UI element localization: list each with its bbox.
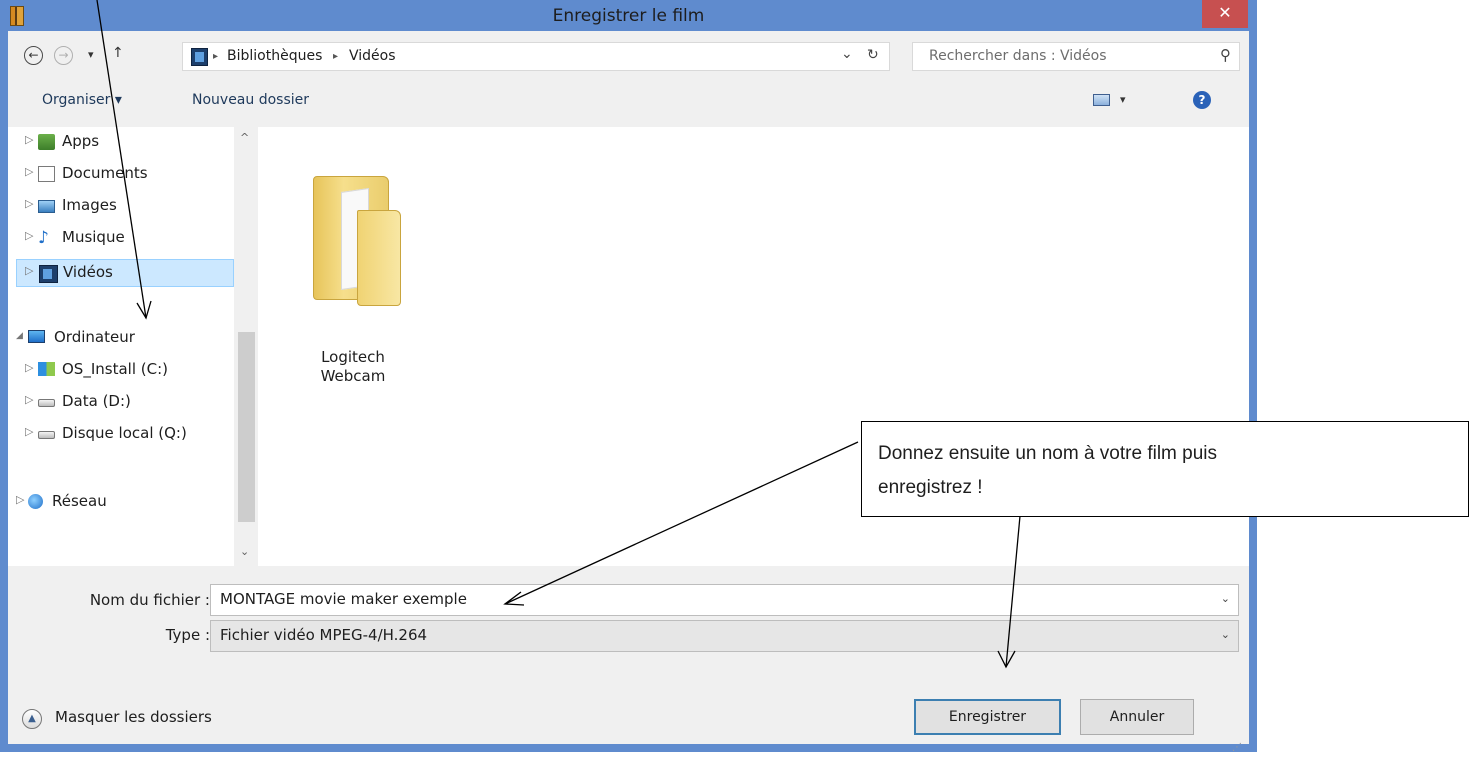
expand-arrow-icon[interactable]: ▷ [25, 393, 33, 406]
tree-label: Documents [62, 164, 148, 182]
type-dropdown-icon[interactable]: ⌄ [1221, 628, 1230, 641]
refresh-icon[interactable]: ↻ [867, 47, 879, 63]
address-dropdown-icon[interactable]: ⌄ [841, 46, 853, 62]
search-placeholder: Rechercher dans : Vidéos [929, 48, 1107, 64]
tree-label: Ordinateur [54, 328, 135, 346]
save-dialog: Enregistrer le film ✕ ← → ▾ ↑ ▸ Biblioth… [0, 0, 1257, 753]
scrollbar-thumb[interactable] [238, 332, 255, 522]
command-toolbar: Organiser ▾ Nouveau dossier ▾ ? [8, 77, 1249, 127]
hide-folders-icon[interactable]: ▲ [22, 709, 42, 729]
filename-dropdown-icon[interactable]: ⌄ [1221, 592, 1230, 605]
music-icon: ♪ [38, 228, 49, 248]
folder-icon[interactable] [313, 170, 409, 340]
apps-icon [38, 134, 55, 150]
tree-item-apps[interactable]: ▷ Apps [8, 131, 234, 155]
folder-front [357, 210, 401, 306]
breadcrumb-separator-icon: ▸ [213, 51, 219, 62]
view-dropdown-icon[interactable]: ▾ [1120, 93, 1126, 106]
forward-button[interactable]: → [54, 46, 73, 65]
search-icon[interactable]: ⚲ [1220, 46, 1231, 64]
tree-item-network[interactable]: ▷ Réseau [8, 491, 234, 515]
annotation-line-1: Donnez ensuite un nom à votre film puis [878, 443, 1218, 464]
type-value: Fichier vidéo MPEG-4/H.264 [220, 626, 428, 644]
tree-item-videos[interactable]: ▷ Vidéos [16, 259, 234, 287]
tree-label: Disque local (Q:) [62, 424, 187, 442]
expand-arrow-icon[interactable]: ▷ [25, 133, 33, 146]
annotation-callout: Donnez ensuite un nom à votre film puis … [861, 421, 1469, 517]
tree-item-os-install[interactable]: ▷ OS_Install (C:) [8, 359, 234, 383]
tree-item-documents[interactable]: ▷ Documents [8, 163, 234, 187]
search-input[interactable]: Rechercher dans : Vidéos ⚲ [912, 42, 1240, 71]
navigation-tree: ▷ Apps ▷ Documents ▷ Images ▷ ♪ Musique … [8, 127, 234, 566]
expand-arrow-icon[interactable]: ▷ [25, 229, 33, 242]
tree-scrollbar[interactable]: ^ ⌄ [234, 127, 258, 566]
tree-item-images[interactable]: ▷ Images [8, 195, 234, 219]
images-icon [38, 200, 55, 213]
tree-label: Vidéos [63, 263, 113, 281]
expand-arrow-icon[interactable]: ▷ [16, 493, 24, 506]
drive-icon [38, 431, 55, 439]
scroll-down-icon[interactable]: ⌄ [240, 545, 249, 558]
videos-library-icon [191, 48, 208, 66]
help-icon[interactable]: ? [1193, 91, 1211, 109]
tree-item-music[interactable]: ▷ ♪ Musique [8, 227, 234, 251]
tree-item-computer[interactable]: ◢ Ordinateur [8, 327, 234, 351]
collapse-arrow-icon[interactable]: ◢ [16, 331, 23, 341]
filename-input[interactable]: MONTAGE movie maker exemple ⌄ [210, 584, 1239, 616]
computer-icon [28, 330, 45, 343]
type-label: Type : [165, 626, 210, 644]
tree-label: Images [62, 196, 117, 214]
address-bar[interactable]: ▸ Bibliothèques ▸ Vidéos ⌄ ↻ [182, 42, 890, 71]
tree-item-local-disk[interactable]: ▷ Disque local (Q:) [8, 423, 234, 447]
resize-grip-icon[interactable]: ⋰ [1232, 742, 1242, 753]
title-bar[interactable]: Enregistrer le film ✕ [0, 0, 1257, 31]
window-title: Enregistrer le film [552, 6, 705, 26]
folder-name[interactable]: Logitech Webcam [318, 348, 388, 386]
view-options-icon[interactable] [1093, 94, 1110, 106]
filename-label: Nom du fichier : [89, 591, 210, 609]
os-drive-icon [38, 362, 55, 376]
tree-label: Apps [62, 132, 100, 150]
expand-arrow-icon[interactable]: ▷ [25, 197, 33, 210]
tree-label: Data (D:) [62, 392, 131, 410]
network-icon [28, 494, 43, 509]
expand-arrow-icon[interactable]: ▷ [25, 425, 33, 438]
back-button[interactable]: ← [24, 46, 43, 65]
organize-button[interactable]: Organiser ▾ [42, 92, 122, 108]
navigation-bar: ← → ▾ ↑ ▸ Bibliothèques ▸ Vidéos ⌄ ↻ Rec… [8, 31, 1249, 77]
dialog-body: ← → ▾ ↑ ▸ Bibliothèques ▸ Vidéos ⌄ ↻ Rec… [8, 31, 1249, 744]
scroll-up-icon[interactable]: ^ [240, 131, 249, 144]
breadcrumb-separator-icon: ▸ [333, 51, 339, 62]
filename-value: MONTAGE movie maker exemple [220, 590, 467, 608]
drive-icon [38, 399, 55, 407]
tree-label: Réseau [52, 492, 107, 510]
expand-arrow-icon[interactable]: ▷ [25, 264, 33, 277]
documents-icon [38, 166, 55, 182]
hide-folders-button[interactable]: Masquer les dossiers [55, 708, 212, 726]
tree-item-data-drive[interactable]: ▷ Data (D:) [8, 391, 234, 415]
videos-icon [39, 265, 58, 283]
breadcrumb-libraries[interactable]: Bibliothèques [227, 48, 322, 64]
close-button[interactable]: ✕ [1202, 0, 1248, 28]
expand-arrow-icon[interactable]: ▷ [25, 361, 33, 374]
save-button[interactable]: Enregistrer [914, 699, 1061, 735]
up-button[interactable]: ↑ [112, 45, 124, 61]
recent-locations-dropdown-icon[interactable]: ▾ [88, 48, 94, 61]
annotation-line-2: enregistrez ! [878, 477, 983, 498]
new-folder-button[interactable]: Nouveau dossier [192, 92, 309, 108]
tree-label: OS_Install (C:) [62, 360, 168, 378]
expand-arrow-icon[interactable]: ▷ [25, 165, 33, 178]
type-select[interactable]: Fichier vidéo MPEG-4/H.264 ⌄ [210, 620, 1239, 652]
cancel-button[interactable]: Annuler [1080, 699, 1194, 735]
tree-label: Musique [62, 228, 125, 246]
breadcrumb-videos[interactable]: Vidéos [349, 48, 396, 64]
